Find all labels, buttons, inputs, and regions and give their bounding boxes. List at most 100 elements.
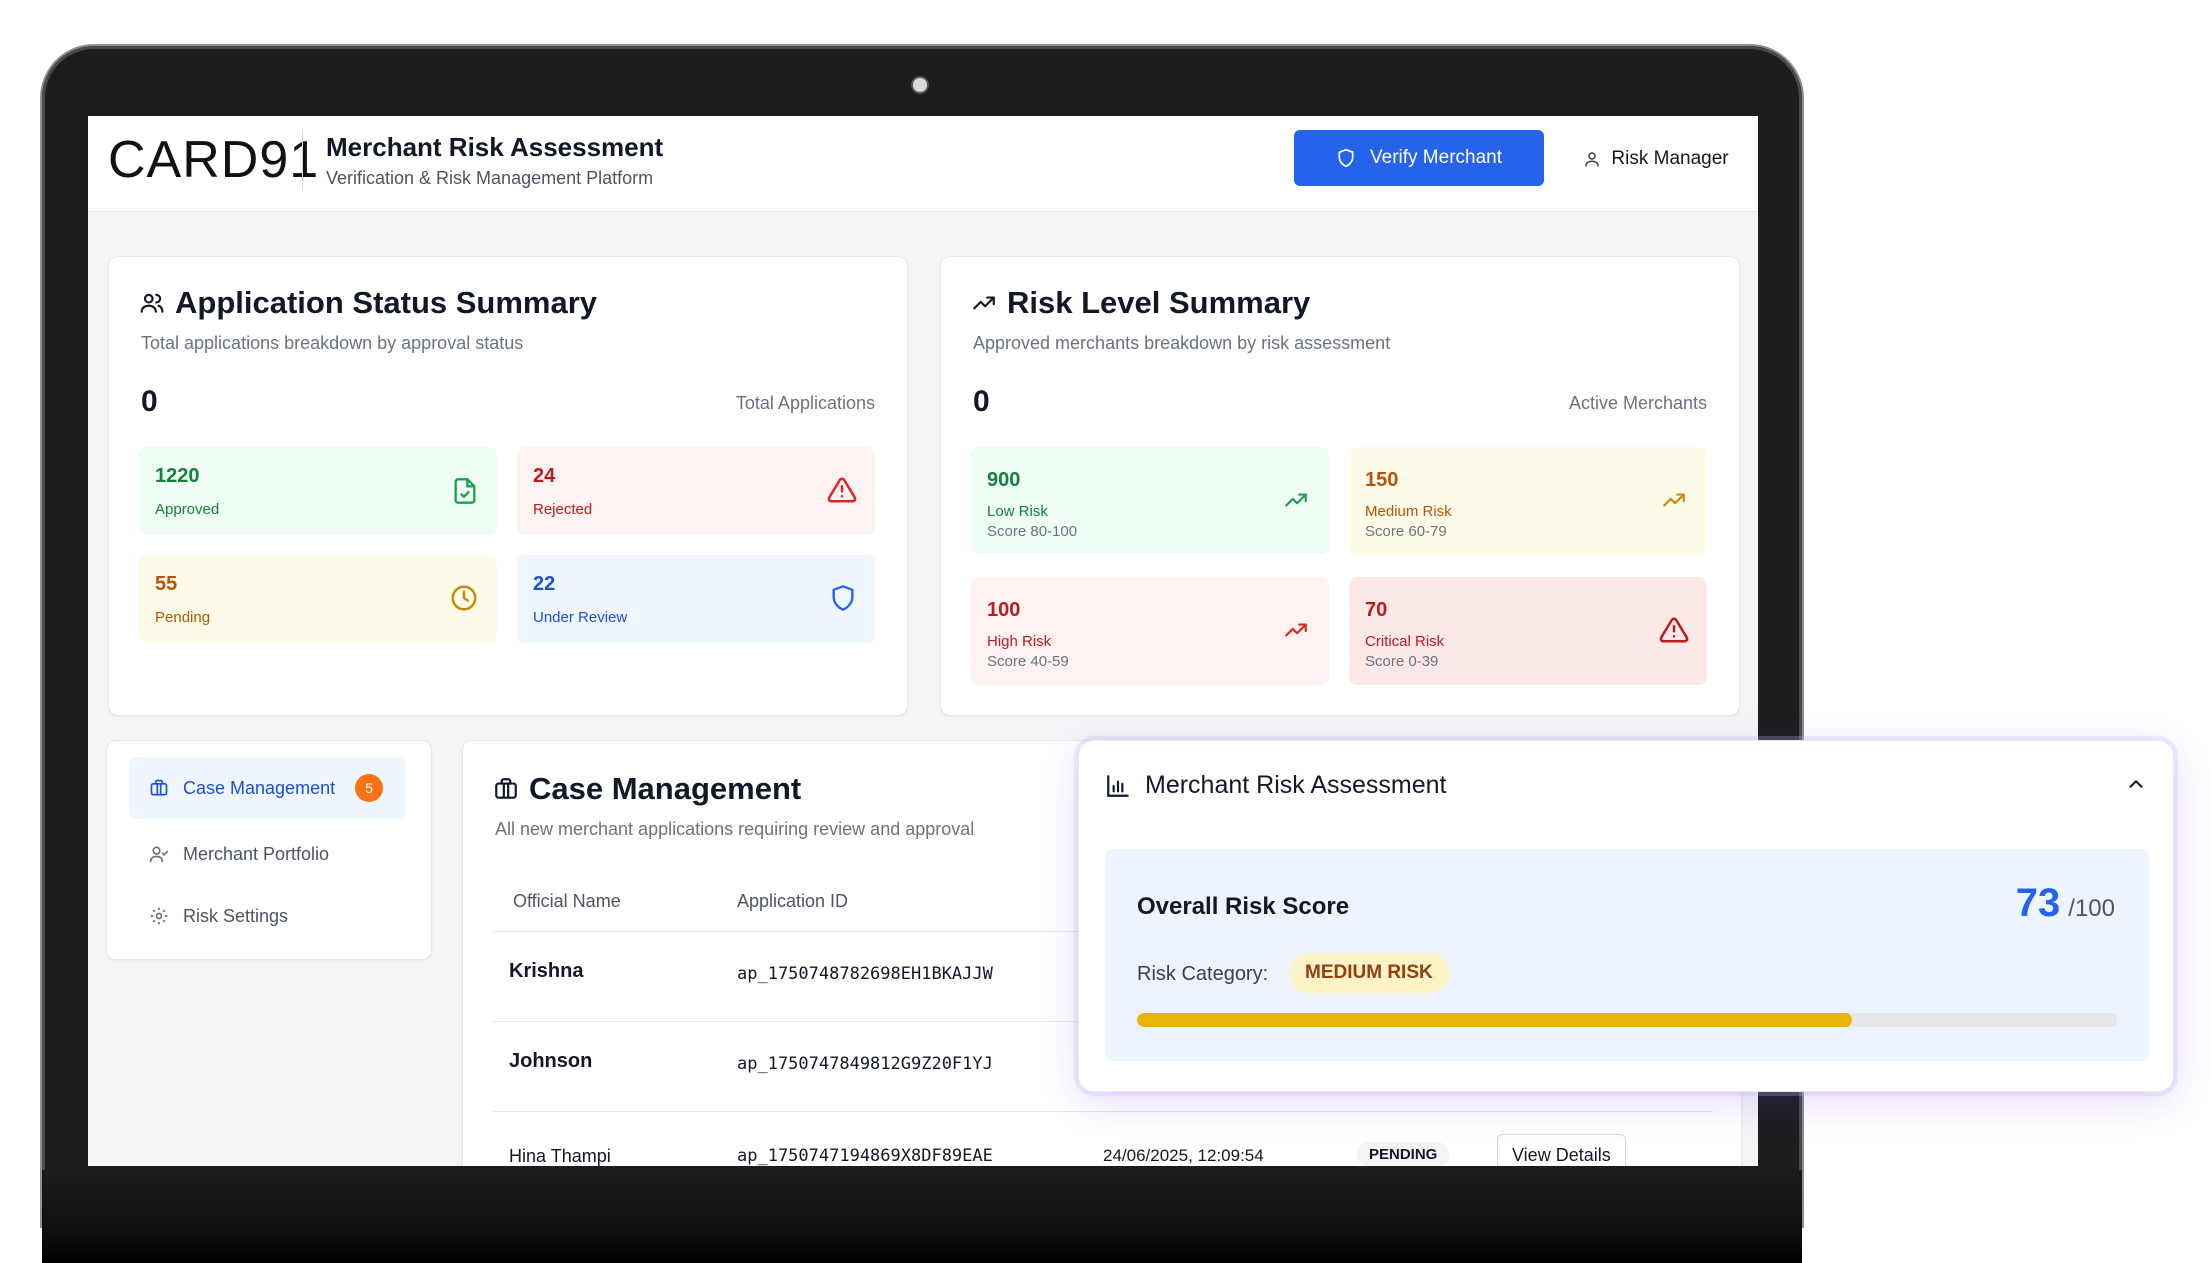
bar-chart-icon <box>1107 774 1129 797</box>
trending-up-icon <box>1663 493 1685 507</box>
total-applications-label: Total Applications <box>735 393 875 413</box>
case-management-title: Case Management <box>493 771 801 807</box>
critical-risk-label: Critical Risk <box>1365 633 1445 650</box>
rejected-label: Rejected <box>533 501 593 518</box>
clock-icon <box>451 585 477 611</box>
merchant-risk-panel: Merchant Risk Assessment Overall Risk Sc… <box>1078 740 2174 1092</box>
row-official-name: Krishna <box>509 960 584 982</box>
risk-category-badge: MEDIUM RISK <box>1289 953 1449 993</box>
medium-risk-value: 150 <box>1365 469 1399 491</box>
column-header-official-name[interactable]: Official Name <box>513 891 621 912</box>
file-check-icon <box>454 478 476 504</box>
active-merchants-value: 0 <box>973 385 990 418</box>
verify-merchant-button[interactable]: Verify Merchant <box>1294 130 1544 186</box>
medium-risk-tile[interactable]: 150 Medium Risk Score 60-79 <box>1349 447 1707 555</box>
status-badge: PENDING <box>1357 1142 1450 1166</box>
sidebar-nav: Case Management 5 Merchant Portfolio Ris… <box>106 740 432 960</box>
medium-risk-label: Medium Risk <box>1365 503 1452 520</box>
risk-score: 73 /100 <box>2016 881 2115 926</box>
verify-merchant-label: Verify Merchant <box>1370 147 1502 168</box>
risk-category-label: Risk Category: <box>1137 963 1269 985</box>
camera <box>913 78 927 92</box>
gear-icon <box>150 907 168 925</box>
application-status-card: Application Status Summary Total applica… <box>108 256 908 716</box>
row-application-id: ap_1750748782698EH1BKAJJW <box>737 964 993 984</box>
view-details-button[interactable]: View Details <box>1497 1134 1626 1166</box>
case-management-subtitle: All new merchant applications requiring … <box>495 819 975 839</box>
risk-progress-track <box>1137 1013 2117 1027</box>
under-review-value: 22 <box>533 573 556 595</box>
approved-label: Approved <box>155 501 220 518</box>
user-check-icon <box>149 846 169 863</box>
row-official-name: Hina Thampi <box>509 1146 611 1166</box>
critical-risk-tile[interactable]: 70 Critical Risk Score 0-39 <box>1349 577 1707 685</box>
approved-value: 1220 <box>155 465 200 487</box>
low-risk-value: 900 <box>987 469 1021 491</box>
risk-progress-fill <box>1137 1013 1853 1027</box>
rejected-value: 24 <box>533 465 556 487</box>
shield-icon <box>1338 148 1354 168</box>
trending-up-icon <box>1285 623 1307 637</box>
trending-up-icon <box>973 296 995 310</box>
sidebar-item-risk-settings[interactable]: Risk Settings <box>129 885 405 947</box>
row-created-date: 24/06/2025, 12:09:54 <box>1103 1146 1264 1165</box>
approved-tile[interactable]: 1220 Approved <box>139 447 497 535</box>
panel-title: Merchant Risk Assessment <box>1105 771 1447 800</box>
row-application-id: ap_1750747194869X8DF89EAE <box>737 1146 993 1166</box>
risk-score-value: 73 <box>2015 881 2061 925</box>
risk-level-title: Risk Level Summary <box>971 285 1310 321</box>
panel-title-text: Merchant Risk Assessment <box>1145 771 1447 799</box>
active-merchants-label: Active Merchants <box>1568 393 1707 413</box>
sidebar-item-label: Risk Settings <box>183 905 289 926</box>
overall-risk-box: Overall Risk Score 73 /100 Risk Category… <box>1105 849 2149 1061</box>
briefcase-icon <box>150 779 168 796</box>
pending-value: 55 <box>155 573 178 595</box>
laptop-base <box>42 1170 1802 1263</box>
page-title: Merchant Risk Assessment <box>326 132 664 162</box>
overall-risk-label: Overall Risk Score <box>1137 893 1350 920</box>
shield-icon <box>832 585 854 611</box>
high-risk-value: 100 <box>987 599 1021 621</box>
low-risk-range: Score 80-100 <box>987 523 1078 540</box>
chevron-up-icon[interactable] <box>2125 773 2147 795</box>
sidebar-item-merchant-portfolio[interactable]: Merchant Portfolio <box>129 823 405 885</box>
low-risk-tile[interactable]: 900 Low Risk Score 80-100 <box>971 447 1329 555</box>
user-icon <box>1585 152 1600 167</box>
rejected-tile[interactable]: 24 Rejected <box>517 447 875 535</box>
risk-score-max: /100 <box>2068 895 2115 922</box>
risk-level-subtitle: Approved merchants breakdown by risk ass… <box>973 333 1391 353</box>
application-status-title-text: Application Status Summary <box>175 285 598 320</box>
high-risk-range: Score 40-59 <box>987 653 1069 670</box>
users-icon <box>140 293 164 313</box>
app-header: CARD91 Merchant Risk Assessment Verifica… <box>88 116 1758 212</box>
pending-tile[interactable]: 55 Pending <box>139 555 497 643</box>
critical-risk-value: 70 <box>1365 599 1388 621</box>
sidebar-item-label: Case Management <box>183 777 336 798</box>
sidebar-item-case-management[interactable]: Case Management 5 <box>129 757 405 819</box>
total-applications-value: 0 <box>141 385 158 418</box>
under-review-label: Under Review <box>533 609 628 626</box>
high-risk-tile[interactable]: 100 High Risk Score 40-59 <box>971 577 1329 685</box>
alert-triangle-icon <box>1659 617 1689 643</box>
brand-logo[interactable]: CARD91 <box>108 130 319 190</box>
application-status-subtitle: Total applications breakdown by approval… <box>141 333 524 353</box>
medium-risk-range: Score 60-79 <box>1365 523 1447 540</box>
briefcase-icon <box>495 778 517 799</box>
low-risk-label: Low Risk <box>987 503 1048 520</box>
trending-up-icon <box>1285 493 1307 507</box>
risk-level-title-text: Risk Level Summary <box>1007 285 1311 320</box>
application-status-title: Application Status Summary <box>139 285 597 321</box>
row-application-id: ap_1750747849812G9Z20F1YJ <box>737 1054 993 1074</box>
case-count-badge: 5 <box>355 774 384 802</box>
under-review-tile[interactable]: 22 Under Review <box>517 555 875 643</box>
header-divider <box>302 130 303 190</box>
page-subtitle: Verification & Risk Management Platform <box>326 168 654 188</box>
table-row[interactable]: Hina Thampi ap_1750747194869X8DF89EAE 24… <box>493 1111 1713 1166</box>
risk-manager-button[interactable]: Risk Manager <box>1564 136 1748 182</box>
high-risk-label: High Risk <box>987 633 1052 650</box>
case-management-title-text: Case Management <box>529 771 802 806</box>
column-header-application-id[interactable]: Application ID <box>737 891 848 912</box>
row-official-name: Johnson <box>509 1050 593 1072</box>
critical-risk-range: Score 0-39 <box>1365 653 1439 670</box>
sidebar-item-label: Merchant Portfolio <box>183 843 330 864</box>
